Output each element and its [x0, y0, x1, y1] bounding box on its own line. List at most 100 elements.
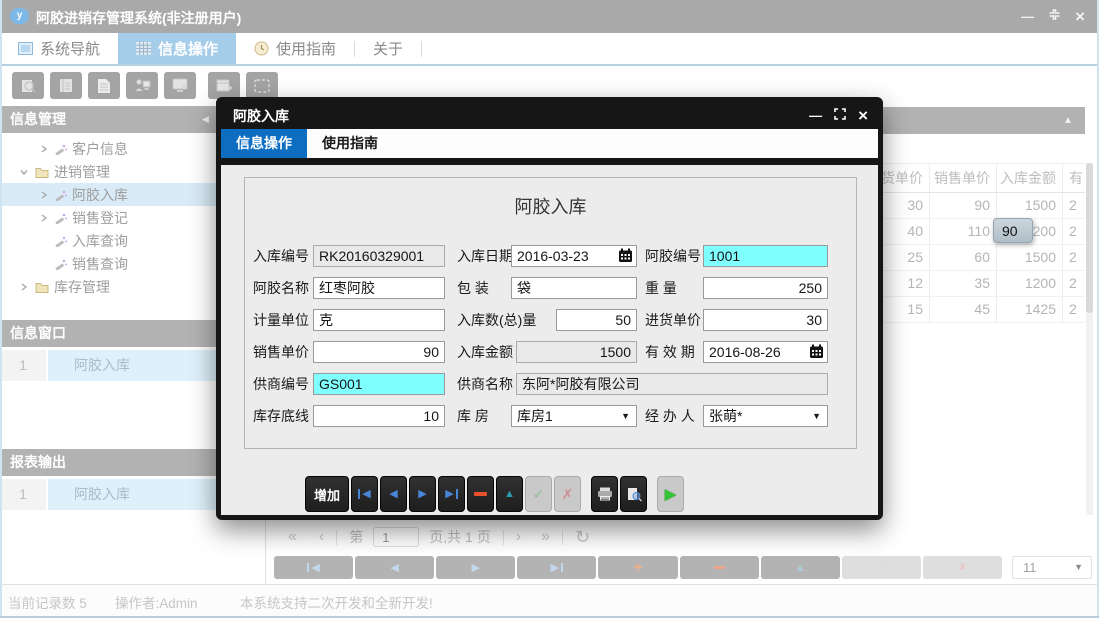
delete-record-button[interactable]: [467, 476, 494, 512]
warehouse-select[interactable]: 库房1 ▼: [511, 405, 637, 427]
unit-field[interactable]: 克: [313, 309, 445, 331]
field-label-supplier-name: 供商名称: [457, 373, 513, 395]
calendar-icon[interactable]: [618, 248, 633, 268]
delete-record-button[interactable]: [680, 556, 759, 579]
check-icon: ✓: [877, 561, 886, 574]
package-field[interactable]: 袋: [511, 277, 637, 299]
stockin-qty-field[interactable]: 50: [556, 309, 637, 331]
weight-field[interactable]: 250: [703, 277, 828, 299]
chevron-right-icon[interactable]: [18, 283, 30, 291]
wand-icon: [55, 258, 67, 270]
window-frame-left: [0, 0, 2, 618]
vertical-scrollbar[interactable]: [1086, 163, 1093, 515]
column-header[interactable]: 入库金额: [997, 164, 1063, 192]
expiry-date-field[interactable]: 2016-08-26: [703, 341, 828, 363]
supplier-name-field[interactable]: 东阿*阿胶有限公司: [516, 373, 828, 395]
cancel-record-button[interactable]: ✗: [923, 556, 1002, 579]
page-number-input[interactable]: 1: [373, 527, 419, 547]
stockin-date-field[interactable]: 2016-03-23: [511, 245, 637, 267]
app-window: y 阿胶进销存管理系统(非注册用户) — × 系统导航 信息操作 使用指南 关于: [0, 0, 1099, 618]
move-up-button[interactable]: ▲: [496, 476, 523, 512]
save-record-button[interactable]: ✓: [842, 556, 921, 579]
dialog-close-button[interactable]: ×: [858, 109, 868, 123]
tab-user-guide[interactable]: 使用指南: [236, 33, 354, 64]
next-page-button[interactable]: ›: [516, 528, 521, 546]
up-triangle-icon: ▲: [795, 562, 806, 574]
toolbar-frame-button[interactable]: [246, 72, 278, 99]
tab-info-operation[interactable]: 信息操作: [118, 33, 236, 64]
toolbar-search-button[interactable]: [12, 72, 44, 99]
print-preview-button[interactable]: [620, 476, 647, 512]
record-count-status: 当前记录数 5: [8, 592, 87, 612]
folder-icon: [35, 281, 49, 293]
column-header[interactable]: 有: [1063, 164, 1085, 192]
toolbar-contacts-button[interactable]: [50, 72, 82, 99]
user-computer-icon: [134, 78, 151, 94]
supplier-no-field[interactable]: GS001: [313, 373, 445, 395]
up-triangle-icon: ▲: [504, 488, 515, 500]
dialog-tab-user-guide[interactable]: 使用指南: [307, 129, 393, 158]
next-record-button[interactable]: ▶: [409, 476, 436, 512]
calendar-icon[interactable]: [809, 344, 824, 364]
sale-price-field[interactable]: 90: [313, 341, 445, 363]
stock-floor-field[interactable]: 10: [313, 405, 445, 427]
prev-page-button[interactable]: ‹: [319, 528, 324, 546]
wand-icon: [55, 189, 67, 201]
window-minimize-button[interactable]: —: [1021, 9, 1034, 24]
prev-record-button[interactable]: ◀: [355, 556, 434, 579]
window-frame-icon: [254, 79, 270, 93]
tab-about[interactable]: 关于: [355, 33, 421, 64]
last-record-button[interactable]: ▶: [517, 556, 596, 579]
window-close-button[interactable]: ×: [1075, 10, 1085, 24]
prev-record-icon: ◀: [390, 561, 398, 574]
field-label-expiry-date: 有 效 期: [645, 341, 695, 363]
toolbar-monitor-button[interactable]: [164, 72, 196, 99]
grid-icon: [136, 42, 151, 55]
panel-collapse-icon[interactable]: ◀: [202, 106, 209, 133]
prev-record-button[interactable]: ◀: [380, 476, 407, 512]
cancel-button[interactable]: ✗: [554, 476, 581, 512]
last-page-button[interactable]: »: [541, 528, 550, 546]
last-record-button[interactable]: ▶: [438, 476, 465, 512]
chevron-down-icon[interactable]: [18, 168, 30, 176]
panel-collapse-up-icon[interactable]: ▲: [1063, 116, 1073, 126]
toolbar-document-button[interactable]: [88, 72, 120, 99]
first-page-button[interactable]: «: [288, 528, 297, 546]
field-label-ejiao-no: 阿胶编号: [645, 245, 701, 267]
chevron-right-icon[interactable]: [38, 145, 50, 153]
dialog-tab-info-operation[interactable]: 信息操作: [221, 129, 307, 158]
handler-select[interactable]: 张萌* ▼: [703, 405, 828, 427]
stockin-no-field[interactable]: RK20160329001: [313, 245, 445, 267]
cell-value-overlay: 90: [993, 218, 1033, 243]
execute-button[interactable]: ▶: [657, 476, 684, 512]
plus-icon: +: [634, 559, 643, 576]
first-record-button[interactable]: ◀: [351, 476, 378, 512]
first-record-button[interactable]: ◀: [274, 556, 353, 579]
tab-system-nav[interactable]: 系统导航: [0, 33, 118, 64]
first-record-icon: ◀: [311, 561, 319, 574]
column-header[interactable]: 销售单价: [930, 164, 997, 192]
chevron-right-icon[interactable]: [38, 214, 50, 222]
tabbar-divider: [0, 64, 1099, 66]
move-up-button[interactable]: ▲: [761, 556, 840, 579]
chevron-right-icon[interactable]: [38, 191, 50, 199]
page-size-select[interactable]: 11 ▼: [1012, 556, 1092, 579]
add-record-button[interactable]: +: [598, 556, 677, 579]
dialog-maximize-button[interactable]: [834, 107, 846, 125]
wand-icon: [55, 235, 67, 247]
ejiao-no-field[interactable]: 1001: [703, 245, 828, 267]
print-button[interactable]: [591, 476, 618, 512]
stockin-amount-field[interactable]: 1500: [516, 341, 637, 363]
window-restore-button[interactable]: [1048, 8, 1061, 26]
dialog-minimize-button[interactable]: —: [809, 108, 822, 123]
purchase-price-field[interactable]: 30: [703, 309, 828, 331]
next-record-button[interactable]: ▶: [436, 556, 515, 579]
save-button[interactable]: ✓: [525, 476, 552, 512]
refresh-button[interactable]: ↻: [575, 527, 590, 548]
scrollbar-thumb[interactable]: [1086, 163, 1093, 313]
toolbar-user-button[interactable]: [126, 72, 158, 99]
toolbar-export-button[interactable]: [208, 72, 240, 99]
field-label-ejiao-name: 阿胶名称: [253, 277, 309, 299]
add-button[interactable]: 增加: [305, 476, 349, 512]
ejiao-name-field[interactable]: 红枣阿胶: [313, 277, 445, 299]
